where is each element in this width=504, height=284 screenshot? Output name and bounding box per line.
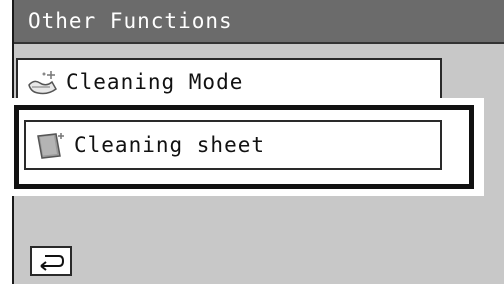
title-bar: Other Functions — [14, 0, 504, 44]
back-button[interactable] — [30, 246, 72, 276]
cleaning-mode-icon — [28, 71, 57, 95]
selection-highlight-frame — [14, 105, 474, 189]
return-arrow-icon — [40, 255, 65, 271]
cleaning-mode-label: Cleaning Mode — [66, 70, 244, 94]
page-title: Other Functions — [28, 9, 233, 33]
screen: Other Functions Cleaning Mode Cleaning s… — [6, 0, 504, 284]
